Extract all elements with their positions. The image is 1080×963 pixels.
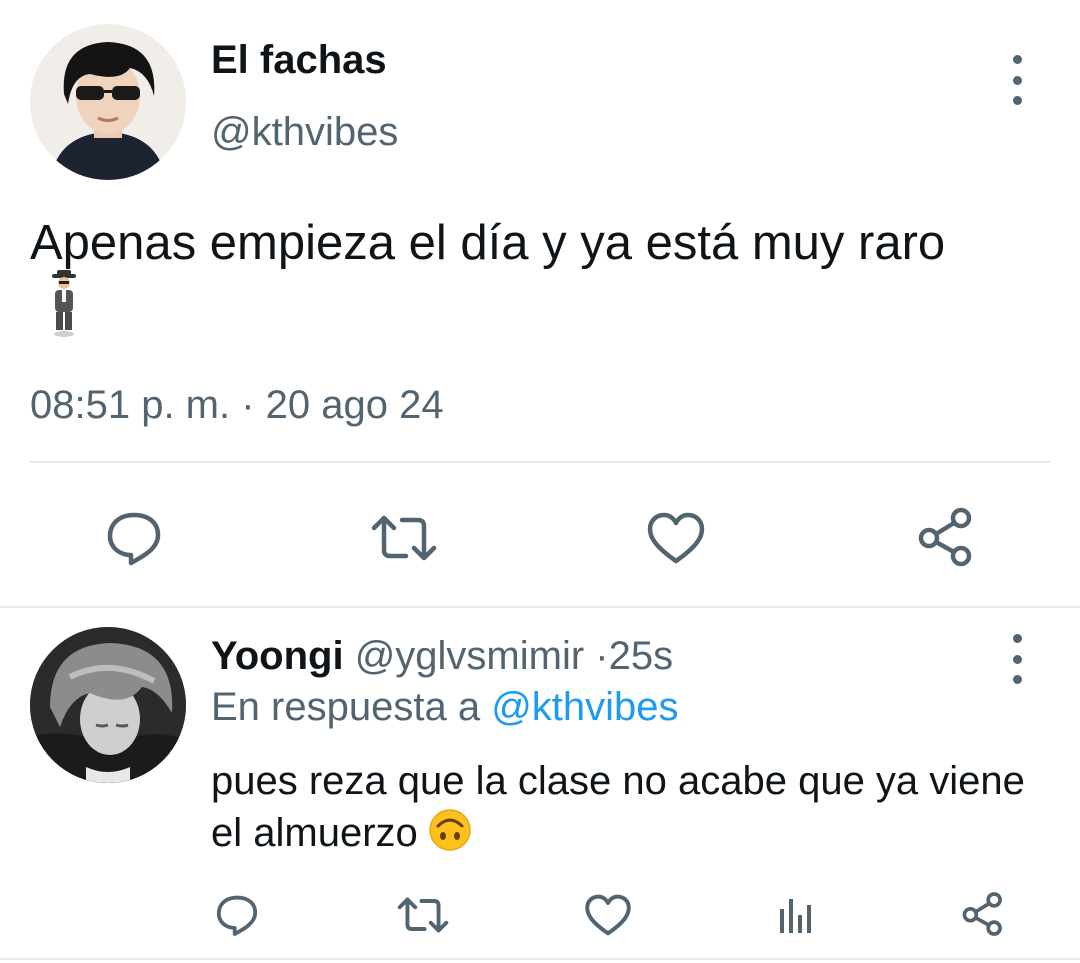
share-icon[interactable] [912,504,980,570]
bottom-divider [0,958,1080,960]
main-tweet-text: Apenas empieza el día y ya está muy raro [30,216,946,270]
reply-author-name[interactable]: Yoongi [211,634,344,678]
reply-context: En respuesta a @kthvibes [211,685,679,730]
main-author-handle[interactable]: @kthvibes [211,110,398,155]
main-tweet-timestamp[interactable]: 08:51 p. m. · 20 ago 24 [30,383,444,428]
reply-header: Yoongi @yglvsmimir ·25s [211,634,673,679]
reply-prefix: En respuesta a [211,685,481,729]
reply-author-avatar[interactable] [30,627,186,783]
reply-reply-icon[interactable] [212,890,262,940]
like-icon[interactable] [644,506,708,570]
main-author-avatar[interactable] [30,24,186,180]
reply-icon[interactable] [102,506,166,570]
main-author-name[interactable]: El fachas [211,38,387,83]
levitating-man-emoji [50,270,78,343]
reply-author-handle[interactable]: @yglvsmimir [355,634,584,678]
reply-retweet-icon[interactable] [394,890,452,940]
main-divider [30,461,1050,463]
reply-like-icon[interactable] [582,890,634,940]
analytics-icon[interactable] [772,890,820,940]
section-divider [0,606,1080,608]
retweet-icon[interactable] [368,506,440,570]
reply-text-content: pues reza que la clase no acabe que ya v… [211,759,1025,855]
reply-separator: · [595,634,609,678]
main-more-options-icon[interactable] [1002,55,1032,105]
reply-time[interactable]: 25s [609,634,674,678]
upside-down-face-emoji [428,808,472,865]
reply-share-icon[interactable] [958,888,1008,940]
reply-tweet-text: pues reza que la clase no acabe que ya v… [211,755,1051,865]
reply-to-handle-link[interactable]: @kthvibes [491,685,678,729]
reply-more-options-icon[interactable] [1002,634,1032,684]
